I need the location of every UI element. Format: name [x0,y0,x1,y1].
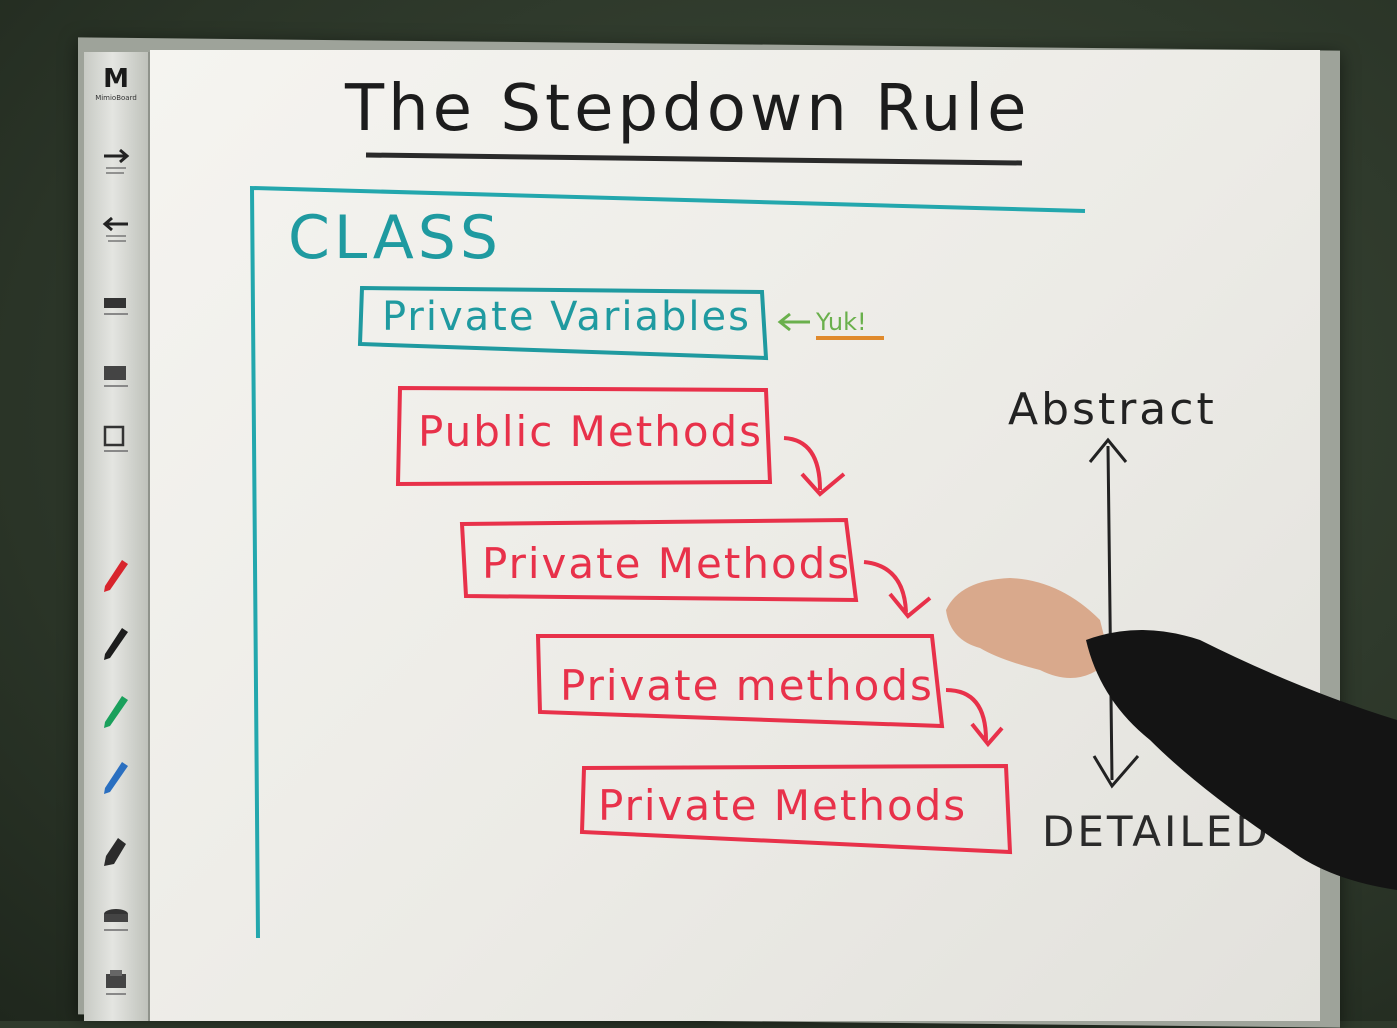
yuk-annotation: Yuk! [815,308,867,336]
title-underline [365,152,1023,166]
private-methods-label-3: Private Methods [598,781,967,830]
stepdown-arrow-2 [863,560,932,619]
whiteboard-drawing: The Stepdown Rule CLASS Private Variable… [249,72,1397,939]
private-methods-label-2: Private methods [560,661,934,710]
private-variables-label: Private Variables [382,294,751,340]
stepdown-arrow-1 [783,436,846,497]
abstraction-axis-arrow [1088,437,1140,789]
axis-bottom-label: DETAILED [1042,807,1271,856]
private-methods-label-1: Private Methods [482,539,851,588]
public-methods-label: Public Methods [418,407,763,456]
yuk-arrow [777,312,810,332]
title-text: The Stepdown Rule [344,72,1030,146]
class-label: CLASS [288,203,502,273]
stepdown-arrow-3 [945,688,1004,748]
axis-top-label: Abstract [1008,384,1217,435]
